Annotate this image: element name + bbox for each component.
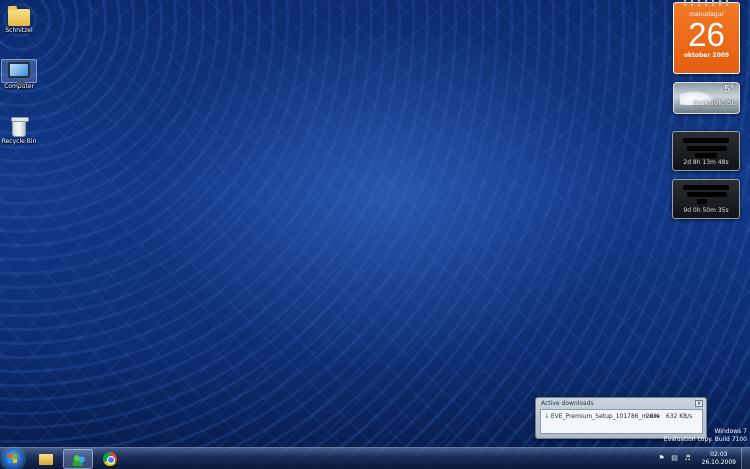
weather-city: Reykjavik, ISL: [693, 100, 735, 107]
download-item[interactable]: ↓EVE_Premium_Setup_101786_m.exe26% 632 KB…: [544, 412, 699, 421]
messenger-icon: [72, 454, 86, 466]
desktop-icon-schnitzel[interactable]: Schnitzel: [1, 4, 37, 34]
watermark-line-2: Evaluation copy. Build 7100: [663, 436, 747, 443]
recycle-bin-icon: [11, 117, 29, 137]
taskbar-chrome-button[interactable]: [95, 449, 125, 469]
redacted-bar: [687, 146, 727, 151]
redacted-bar: [697, 199, 707, 204]
computer-icon-wrap: [1, 59, 37, 86]
volume-icon[interactable]: ♬: [684, 455, 691, 462]
taskbar-explorer-button[interactable]: [31, 449, 61, 469]
download-arrow-icon: ↓: [544, 412, 550, 420]
calendar-rings: [684, 0, 729, 6]
countdown-gadget[interactable]: 9d 0h 50m 35s: [672, 179, 740, 219]
countdown-text: 9d 0h 50m 35s: [683, 207, 729, 214]
weather-gadget[interactable]: 5° Reykjavik, ISL: [673, 82, 740, 114]
calendar-day: 26: [688, 16, 725, 53]
desktop-icon-label: Recycle Bin: [1, 138, 37, 145]
computer-icon: [8, 62, 30, 86]
start-button[interactable]: [2, 448, 24, 469]
clock[interactable]: 02:03 26.10.2009: [702, 451, 736, 467]
countdown-gadget[interactable]: 2d 8h 13m 48s: [672, 131, 740, 171]
download-percent: 26%: [645, 413, 660, 420]
clock-time: 02:03: [710, 451, 728, 458]
close-button[interactable]: x: [695, 400, 703, 407]
folder-icon: [8, 6, 30, 26]
system-tray: ⚑ ▤ ♬ 02:03 26.10.2009: [650, 448, 750, 469]
recycle-bin-icon-wrap: [1, 114, 37, 138]
desktop-icon-recycle-bin[interactable]: Recycle Bin: [1, 114, 37, 145]
redacted-bar: [683, 185, 729, 190]
desktop-icon-label: Schnitzel: [5, 27, 33, 34]
calendar-month-year: oktober 2009: [683, 52, 730, 59]
action-center-flag-icon[interactable]: ⚑: [658, 455, 665, 462]
os-watermark: Windows 7 Evaluation copy. Build 7100: [664, 428, 747, 444]
redacted-bar: [687, 192, 727, 197]
folder-icon: [39, 454, 53, 465]
redacted-bar: [695, 153, 717, 158]
network-icon[interactable]: ▤: [671, 455, 678, 462]
desktop-wallpaper: [0, 0, 750, 447]
clock-date: 26.10.2009: [701, 459, 736, 466]
folder-icon-wrap: [1, 4, 37, 27]
countdown-text: 2d 8h 13m 48s: [683, 159, 729, 166]
redacted-bar: [683, 138, 729, 143]
show-desktop-button[interactable]: [741, 448, 750, 469]
taskbar-messenger-button[interactable]: [63, 449, 93, 469]
weather-temperature: 5°: [724, 84, 734, 95]
chrome-icon: [103, 452, 117, 466]
download-filename: EVE_Premium_Setup_101786_m.exe: [550, 413, 661, 420]
downloads-title: Active downloads: [541, 400, 594, 407]
download-speed: 632 KB/s: [665, 413, 693, 420]
calendar-gadget[interactable]: manudagur 26 oktober 2009: [673, 0, 740, 74]
watermark-line-1: Windows 7: [714, 428, 747, 435]
windows-logo-icon: [8, 454, 18, 464]
taskbar: ⚑ ▤ ♬ 02:03 26.10.2009: [0, 447, 750, 469]
desktop-icon-computer[interactable]: Computer: [1, 59, 37, 90]
